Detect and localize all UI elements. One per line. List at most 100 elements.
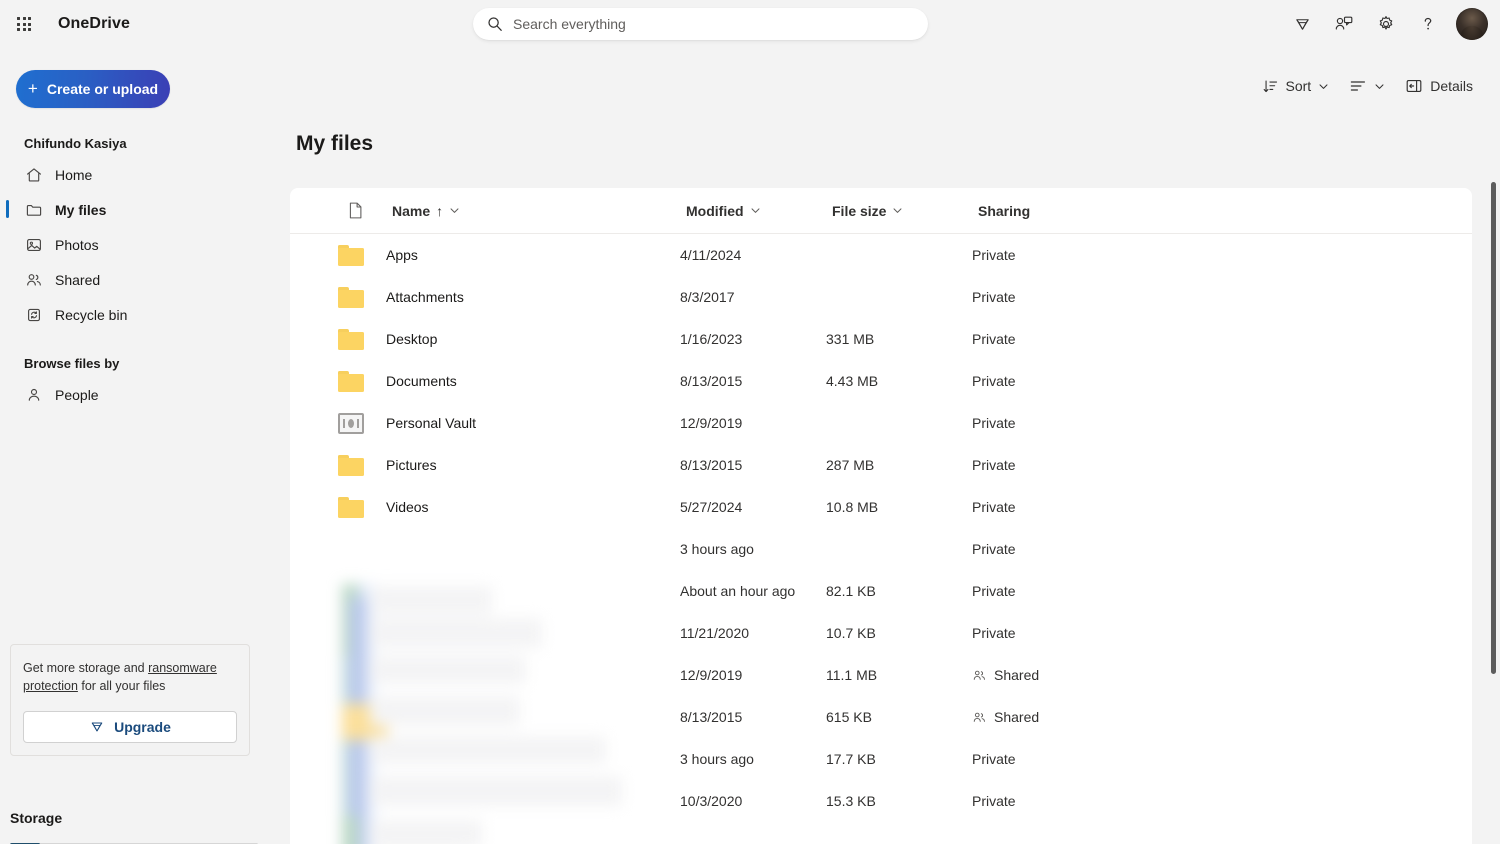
sharing-label: Private [972, 499, 1016, 515]
row-sharing[interactable]: Private [972, 625, 1172, 641]
folder-icon [338, 496, 364, 518]
row-modified: 12/9/2019 [680, 667, 743, 683]
premium-diamond-icon[interactable] [1282, 4, 1322, 44]
sidebar-item-photos[interactable]: Photos [0, 227, 272, 262]
row-sharing[interactable]: Private [972, 373, 1172, 389]
sidebar-item-home[interactable]: Home [0, 157, 272, 192]
help-question-icon[interactable] [1408, 4, 1448, 44]
row-file-name[interactable]: Apps [386, 247, 680, 263]
row-file-size: 15.3 KB [826, 793, 876, 809]
row-file-size: 615 KB [826, 709, 872, 725]
folder-icon [24, 200, 44, 220]
row-sharing[interactable]: Private [972, 289, 1172, 305]
row-sharing[interactable]: Private [972, 457, 1172, 473]
table-row[interactable]: Videos 5/27/2024 10.8 MB Private [290, 486, 1472, 528]
shared-people-icon [973, 670, 985, 680]
files-table-body: Apps 4/11/2024 Private Attachments 8/3/2017 P… [290, 234, 1472, 822]
row-modified: 10/3/2020 [680, 793, 743, 809]
sharing-column-label-wrap: Sharing [972, 195, 1172, 227]
table-row[interactable]: 10/3/2020 15.3 KB Private [290, 780, 1472, 822]
row-sharing[interactable]: Shared [972, 667, 1172, 683]
row-modified: 4/11/2024 [680, 247, 742, 263]
sharing-label: Private [972, 583, 1016, 599]
row-sharing[interactable]: Private [972, 541, 1172, 557]
sharing-label: Private [972, 541, 1016, 557]
files-table-header: Name ↑ Modified File size Sharing [290, 188, 1472, 234]
main-content: My files Name ↑ Modified File size Shari… [272, 48, 1500, 844]
sort-by-size-button[interactable]: File size [826, 195, 972, 227]
avatar[interactable] [1456, 8, 1488, 40]
table-row[interactable]: Pictures 8/13/2015 287 MB Private [290, 444, 1472, 486]
table-row[interactable]: Apps 4/11/2024 Private [290, 234, 1472, 276]
sidebar-item-people[interactable]: People [0, 377, 272, 412]
row-sharing[interactable]: Private [972, 415, 1172, 431]
row-modified: 1/16/2023 [680, 331, 743, 347]
sort-by-name-button[interactable]: Name ↑ [386, 195, 680, 227]
row-file-icon [290, 244, 386, 266]
search-box[interactable] [473, 8, 928, 40]
create-or-upload-button[interactable]: + Create or upload [16, 70, 170, 108]
row-sharing[interactable]: Private [972, 793, 1172, 809]
plus-icon: + [27, 79, 38, 98]
table-row[interactable]: 11/21/2020 10.7 KB Private [290, 612, 1472, 654]
upgrade-button-label: Upgrade [114, 719, 171, 736]
brand-title[interactable]: OneDrive [58, 15, 130, 33]
row-modified: About an hour ago [680, 583, 796, 599]
folder-icon [338, 328, 364, 350]
chevron-down-icon [751, 208, 760, 213]
sidebar-item-label: Home [55, 166, 93, 183]
row-file-size: 10.8 MB [826, 499, 879, 515]
row-file-name[interactable]: Personal Vault [386, 415, 680, 431]
row-sharing[interactable]: Private [972, 583, 1172, 599]
sharing-label: Private [972, 793, 1016, 809]
row-modified: 8/13/2015 [680, 373, 743, 389]
row-file-size: 287 MB [826, 457, 875, 473]
sharing-label: Private [972, 415, 1016, 431]
row-file-name[interactable]: Desktop [386, 331, 680, 347]
row-sharing[interactable]: Private [972, 247, 1172, 263]
table-row[interactable]: 12/9/2019 11.1 MB Shared [290, 654, 1472, 696]
upgrade-button[interactable]: Upgrade [23, 711, 237, 744]
header-actions [1282, 0, 1492, 48]
table-row[interactable]: 8/13/2015 615 KB Shared [290, 696, 1472, 738]
browse-files-by-title: Browse files by [24, 356, 120, 371]
row-file-size: 331 MB [826, 331, 875, 347]
row-file-name[interactable]: Attachments [386, 289, 680, 305]
sharing-label: Private [972, 625, 1016, 641]
column-label-modified: Modified [686, 202, 744, 219]
table-row[interactable]: Attachments 8/3/2017 Private [290, 276, 1472, 318]
storage-title: Storage [10, 810, 63, 826]
chevron-down-icon [893, 208, 902, 213]
row-file-name[interactable]: Videos [386, 499, 680, 515]
sidebar-item-recycle-bin[interactable]: Recycle bin [0, 297, 272, 332]
table-row[interactable]: Personal Vault 12/9/2019 Private [290, 402, 1472, 444]
sidebar-item-shared[interactable]: Shared [0, 262, 272, 297]
settings-gear-icon[interactable] [1366, 4, 1406, 44]
sort-by-modified-button[interactable]: Modified [680, 195, 826, 227]
row-modified: 3 hours ago [680, 541, 754, 557]
row-file-size: 4.43 MB [826, 373, 879, 389]
table-row[interactable]: About an hour ago 82.1 KB Private [290, 570, 1472, 612]
folder-icon [338, 244, 364, 266]
page-scrollbar[interactable] [1489, 48, 1498, 844]
create-button-label: Create or upload [46, 81, 159, 97]
table-row[interactable]: 3 hours ago 17.7 KB Private [290, 738, 1472, 780]
row-file-name[interactable]: Pictures [386, 457, 680, 473]
app-launcher-icon[interactable] [4, 4, 44, 44]
row-file-size: 82.1 KB [826, 583, 876, 599]
sidebar-item-label: Shared [55, 271, 101, 288]
page-scrollbar-thumb[interactable] [1491, 182, 1496, 674]
sidebar-item-my-files[interactable]: My files [0, 192, 272, 227]
table-row[interactable]: 3 hours ago Private [290, 528, 1472, 570]
upgrade-promo-card: Get more storage and ransomware protecti… [10, 644, 250, 757]
row-sharing[interactable]: Private [972, 331, 1172, 347]
row-file-name[interactable]: Documents [386, 373, 680, 389]
row-sharing[interactable]: Private [972, 499, 1172, 515]
table-row[interactable]: Desktop 1/16/2023 331 MB Private [290, 318, 1472, 360]
row-sharing[interactable]: Shared [972, 709, 1172, 725]
search-input[interactable] [513, 16, 914, 32]
row-sharing[interactable]: Private [972, 751, 1172, 767]
table-row[interactable]: Documents 8/13/2015 4.43 MB Private [290, 360, 1472, 402]
feedback-icon[interactable] [1324, 4, 1364, 44]
photo-icon [24, 235, 44, 255]
